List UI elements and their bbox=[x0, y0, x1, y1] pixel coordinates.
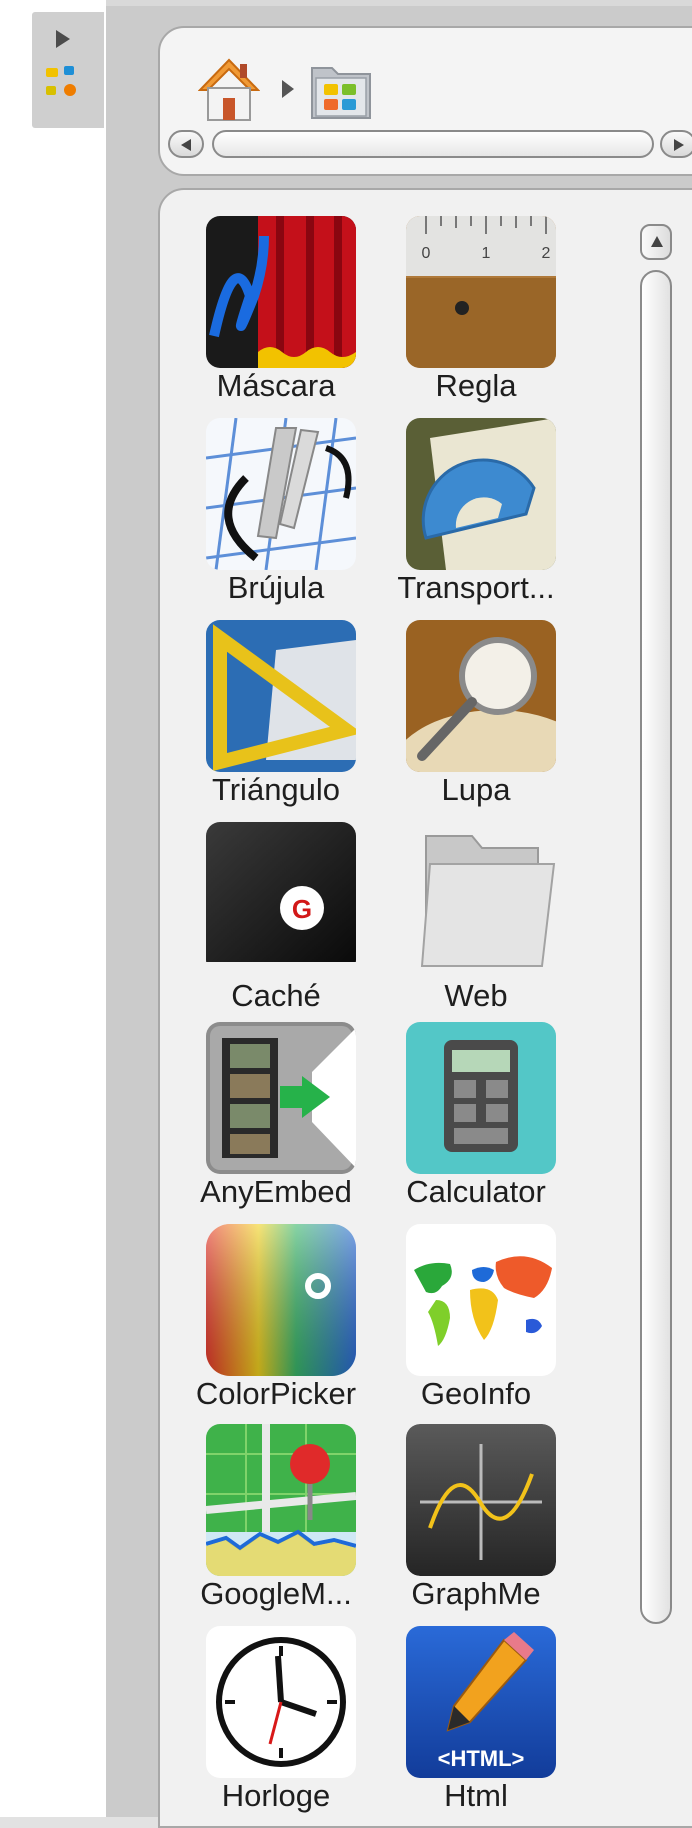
folder-icon[interactable] bbox=[406, 822, 556, 974]
tool-web[interactable]: Web bbox=[386, 822, 556, 1022]
tool-label: AnyEmbed bbox=[200, 1174, 352, 1209]
tool-googlemaps[interactable]: GoogleM... bbox=[186, 1424, 356, 1624]
tool-graphme[interactable]: GraphMe bbox=[386, 1424, 556, 1624]
svg-text:1: 1 bbox=[482, 245, 491, 262]
calculator-icon[interactable] bbox=[406, 1022, 556, 1174]
tool-cache[interactable]: G Caché bbox=[186, 822, 356, 1022]
frame-edge bbox=[106, 0, 692, 6]
library-header bbox=[158, 26, 692, 176]
home-icon[interactable] bbox=[198, 56, 260, 122]
tool-label: Lupa bbox=[441, 772, 511, 807]
color-picker-icon[interactable] bbox=[206, 1224, 356, 1376]
html-pencil-icon[interactable]: <HTML> bbox=[406, 1626, 556, 1778]
scroll-right-icon[interactable] bbox=[660, 130, 692, 158]
tool-label: GraphMe bbox=[411, 1576, 541, 1611]
compass-icon[interactable] bbox=[206, 418, 356, 570]
tool-label: Caché bbox=[231, 978, 321, 1013]
side-tab[interactable] bbox=[32, 12, 104, 128]
tool-label: Brújula bbox=[227, 570, 325, 605]
scroll-thumb[interactable] bbox=[640, 270, 672, 1624]
tool-colorpicker[interactable]: ColorPicker bbox=[186, 1224, 356, 1424]
tool-html[interactable]: <HTML> Html bbox=[386, 1626, 556, 1826]
tool-label: Html bbox=[444, 1778, 508, 1813]
clock-icon[interactable] bbox=[206, 1626, 356, 1778]
vertical-scrollbar[interactable] bbox=[640, 224, 672, 1624]
tool-horloge[interactable]: Horloge bbox=[186, 1626, 356, 1826]
tool-label: GeoInfo bbox=[420, 1376, 532, 1411]
tool-geoinfo[interactable]: GeoInfo bbox=[386, 1224, 556, 1424]
map-pin-icon[interactable] bbox=[206, 1424, 356, 1576]
horizontal-scrollbar[interactable] bbox=[168, 128, 692, 162]
svg-text:G: G bbox=[292, 894, 312, 924]
tool-label: Transport... bbox=[397, 570, 555, 605]
magnifier-icon[interactable] bbox=[406, 620, 556, 772]
tool-brujula[interactable]: Brújula bbox=[186, 418, 356, 618]
chevron-right-icon bbox=[282, 80, 294, 98]
world-map-icon[interactable] bbox=[406, 1224, 556, 1376]
set-square-icon[interactable] bbox=[206, 620, 356, 772]
film-embed-icon[interactable] bbox=[206, 1022, 356, 1174]
tool-anyembed[interactable]: AnyEmbed bbox=[186, 1022, 356, 1222]
mask-curtain-icon[interactable] bbox=[206, 216, 356, 368]
tool-calculator[interactable]: Calculator bbox=[386, 1022, 556, 1222]
tool-label: Máscara bbox=[216, 368, 336, 403]
tool-label: Web bbox=[444, 978, 508, 1013]
cache-icon[interactable]: G bbox=[206, 822, 356, 974]
svg-text:0: 0 bbox=[422, 245, 431, 262]
tool-lupa[interactable]: Lupa bbox=[386, 620, 556, 820]
tool-label: Calculator bbox=[406, 1174, 546, 1209]
tool-triangulo[interactable]: Triángulo bbox=[186, 620, 356, 820]
tool-regla[interactable]: 0 1 2 Regla bbox=[386, 216, 556, 416]
sine-graph-icon[interactable] bbox=[406, 1424, 556, 1576]
tool-mascara[interactable]: Máscara bbox=[186, 216, 356, 416]
ruler-icon[interactable]: 0 1 2 bbox=[406, 216, 556, 368]
library-folder-icon[interactable] bbox=[308, 54, 374, 122]
tool-transportador[interactable]: Transport... bbox=[386, 418, 556, 618]
play-arrow-icon[interactable] bbox=[56, 30, 70, 48]
tool-label: ColorPicker bbox=[195, 1376, 357, 1411]
side-strip bbox=[0, 0, 106, 1817]
tool-label: Regla bbox=[435, 368, 517, 403]
scroll-thumb[interactable] bbox=[212, 130, 654, 158]
scroll-left-icon[interactable] bbox=[168, 130, 204, 158]
tool-label: GoogleM... bbox=[200, 1576, 352, 1611]
tool-label: Triángulo bbox=[211, 772, 341, 807]
protractor-icon[interactable] bbox=[406, 418, 556, 570]
html-badge-text: <HTML> bbox=[438, 1746, 525, 1771]
svg-text:2: 2 bbox=[542, 245, 551, 262]
tool-label: Horloge bbox=[221, 1778, 331, 1813]
scroll-up-icon[interactable] bbox=[640, 224, 672, 260]
